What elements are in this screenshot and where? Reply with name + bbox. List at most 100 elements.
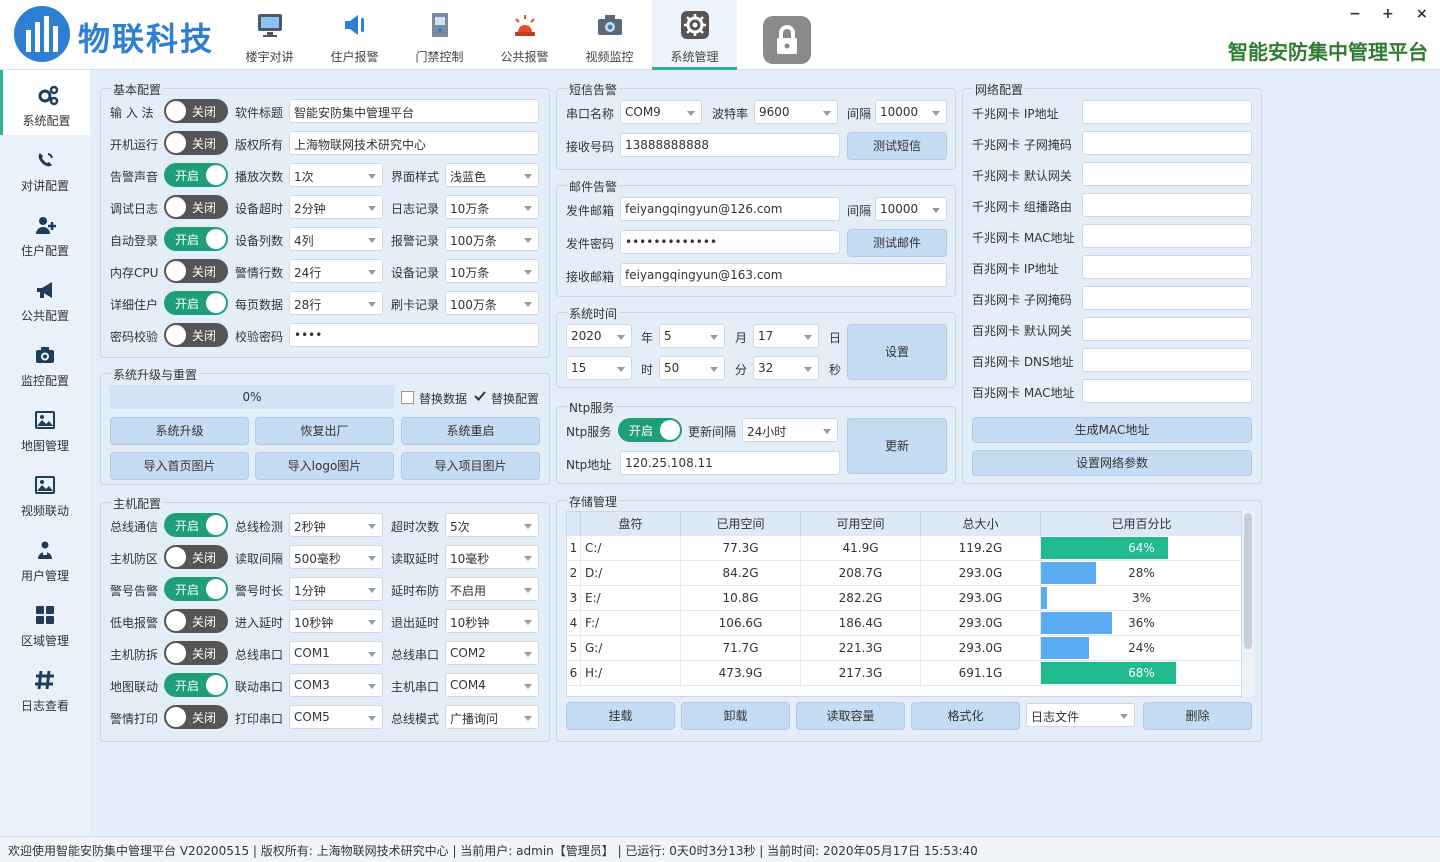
select[interactable]: 10秒钟: [289, 609, 383, 633]
sms-baud-select[interactable]: 9600: [754, 100, 838, 124]
select[interactable]: 不启用: [445, 577, 539, 601]
select[interactable]: 100万条: [445, 291, 539, 315]
toggle-switch[interactable]: 关闭: [164, 545, 228, 569]
select[interactable]: 浅蓝色: [445, 163, 539, 187]
sidebar-item-10[interactable]: 日志查看: [0, 655, 90, 720]
delete-button[interactable]: 删除: [1143, 702, 1252, 730]
network-field-input[interactable]: [1082, 317, 1252, 341]
storage-button-2[interactable]: 卸载: [681, 702, 790, 730]
select[interactable]: 5次: [445, 513, 539, 537]
check-password-input[interactable]: ••••: [289, 323, 539, 347]
upgrade-button-3[interactable]: 系统重启: [401, 417, 540, 445]
storage-button-1[interactable]: 挂载: [566, 702, 675, 730]
day-select[interactable]: 17: [753, 324, 819, 348]
toggle-switch[interactable]: 开启: [164, 673, 228, 697]
network-field-input[interactable]: [1082, 100, 1252, 124]
software-title-input[interactable]: 智能安防集中管理平台: [289, 99, 539, 123]
sidebar-item-7[interactable]: 视频联动: [0, 460, 90, 525]
nav-tab-1[interactable]: 楼宇对讲: [227, 0, 312, 70]
select[interactable]: COM2: [445, 641, 539, 665]
select[interactable]: 24行: [289, 259, 383, 283]
network-field-input[interactable]: [1082, 193, 1252, 217]
network-field-input[interactable]: [1082, 286, 1252, 310]
nav-tab-6[interactable]: 系统管理: [652, 0, 737, 70]
sidebar-item-3[interactable]: 住户配置: [0, 200, 90, 265]
sidebar-item-8[interactable]: 用户管理: [0, 525, 90, 590]
sidebar-item-9[interactable]: 区域管理: [0, 590, 90, 655]
network-field-input[interactable]: [1082, 131, 1252, 155]
select[interactable]: 28行: [289, 291, 383, 315]
sidebar-item-6[interactable]: 地图管理: [0, 395, 90, 460]
toggle-switch[interactable]: 关闭: [164, 609, 228, 633]
network-field-input[interactable]: [1082, 348, 1252, 372]
table-row[interactable]: 3 E:/10.8G 282.2G 293.0G 3%: [567, 586, 1241, 611]
select[interactable]: 广播询问: [445, 705, 539, 729]
table-row[interactable]: 2 D:/84.2G 208.7G 293.0G 28%: [567, 561, 1241, 586]
nav-tab-4[interactable]: 公共报警: [482, 0, 567, 70]
log-type-select[interactable]: 日志文件: [1026, 703, 1135, 727]
mail-password-input[interactable]: •••••••••••••: [620, 230, 840, 254]
upgrade-button-4[interactable]: 导入首页图片: [110, 452, 249, 480]
select[interactable]: 4列: [289, 227, 383, 251]
toggle-switch[interactable]: 关闭: [164, 195, 228, 219]
upgrade-button-5[interactable]: 导入logo图片: [255, 452, 394, 480]
select[interactable]: COM3: [289, 673, 383, 697]
mail-to-input[interactable]: feiyangqingyun@163.com: [620, 263, 947, 287]
upgrade-button-1[interactable]: 系统升级: [110, 417, 249, 445]
network-field-input[interactable]: [1082, 255, 1252, 279]
select[interactable]: 10秒钟: [445, 609, 539, 633]
storage-button-3[interactable]: 读取容量: [796, 702, 905, 730]
apply-network-button[interactable]: 设置网络参数: [972, 450, 1252, 476]
table-scrollbar[interactable]: [1242, 511, 1254, 697]
year-select[interactable]: 2020: [566, 324, 632, 348]
toggle-switch[interactable]: 关闭: [164, 323, 228, 347]
set-time-button[interactable]: 设置: [847, 324, 947, 380]
generate-mac-button[interactable]: 生成MAC地址: [972, 417, 1252, 443]
replace-data-checkbox[interactable]: [401, 391, 414, 404]
upgrade-button-2[interactable]: 恢复出厂: [255, 417, 394, 445]
select[interactable]: 500毫秒: [289, 545, 383, 569]
network-field-input[interactable]: [1082, 379, 1252, 403]
toggle-switch[interactable]: 关闭: [164, 131, 228, 155]
select[interactable]: 100万条: [445, 227, 539, 251]
lock-button[interactable]: [763, 16, 811, 64]
toggle-switch[interactable]: 开启: [164, 291, 228, 315]
sms-port-select[interactable]: COM9: [620, 100, 702, 124]
ntp-interval-select[interactable]: 24小时: [742, 418, 838, 442]
ntp-update-button[interactable]: 更新: [847, 418, 947, 474]
sidebar-item-2[interactable]: 对讲配置: [0, 135, 90, 200]
select[interactable]: 2秒钟: [289, 513, 383, 537]
select[interactable]: 10万条: [445, 195, 539, 219]
toggle-switch[interactable]: 开启: [164, 577, 228, 601]
table-row[interactable]: 6 H:/473.9G 217.3G 691.1G 68%: [567, 661, 1241, 686]
sidebar-item-1[interactable]: 系统配置: [0, 70, 90, 135]
ntp-toggle[interactable]: 开启: [618, 418, 682, 442]
toggle-switch[interactable]: 关闭: [164, 259, 228, 283]
nav-tab-5[interactable]: 视频监控: [567, 0, 652, 70]
minimize-button[interactable]: −: [1349, 6, 1361, 22]
network-field-input[interactable]: [1082, 224, 1252, 248]
toggle-switch[interactable]: 开启: [164, 163, 228, 187]
mail-interval-select[interactable]: 10000: [875, 197, 947, 221]
select[interactable]: 10万条: [445, 259, 539, 283]
sms-recv-input[interactable]: 13888888888: [620, 133, 840, 157]
table-row[interactable]: 4 F:/106.6G 186.4G 293.0G 36%: [567, 611, 1241, 636]
toggle-switch[interactable]: 关闭: [164, 99, 228, 123]
ntp-address-input[interactable]: 120.25.108.11: [620, 451, 840, 475]
test-sms-button[interactable]: 测试短信: [847, 132, 947, 160]
toggle-switch[interactable]: 开启: [164, 227, 228, 251]
mail-from-input[interactable]: feiyangqingyun@126.com: [620, 197, 840, 221]
test-mail-button[interactable]: 测试邮件: [847, 229, 947, 257]
nav-tab-3[interactable]: 门禁控制: [397, 0, 482, 70]
select[interactable]: 1次: [289, 163, 383, 187]
toggle-switch[interactable]: 关闭: [164, 705, 228, 729]
sidebar-item-5[interactable]: 监控配置: [0, 330, 90, 395]
select[interactable]: COM4: [445, 673, 539, 697]
replace-config-checkbox[interactable]: [473, 389, 486, 402]
table-row[interactable]: 1 C:/77.3G 41.9G 119.2G 64%: [567, 536, 1241, 561]
nav-tab-2[interactable]: 住户报警: [312, 0, 397, 70]
select[interactable]: 2分钟: [289, 195, 383, 219]
table-row[interactable]: 5 G:/71.7G 221.3G 293.0G 24%: [567, 636, 1241, 661]
sidebar-item-4[interactable]: 公共配置: [0, 265, 90, 330]
close-button[interactable]: ×: [1416, 6, 1428, 22]
